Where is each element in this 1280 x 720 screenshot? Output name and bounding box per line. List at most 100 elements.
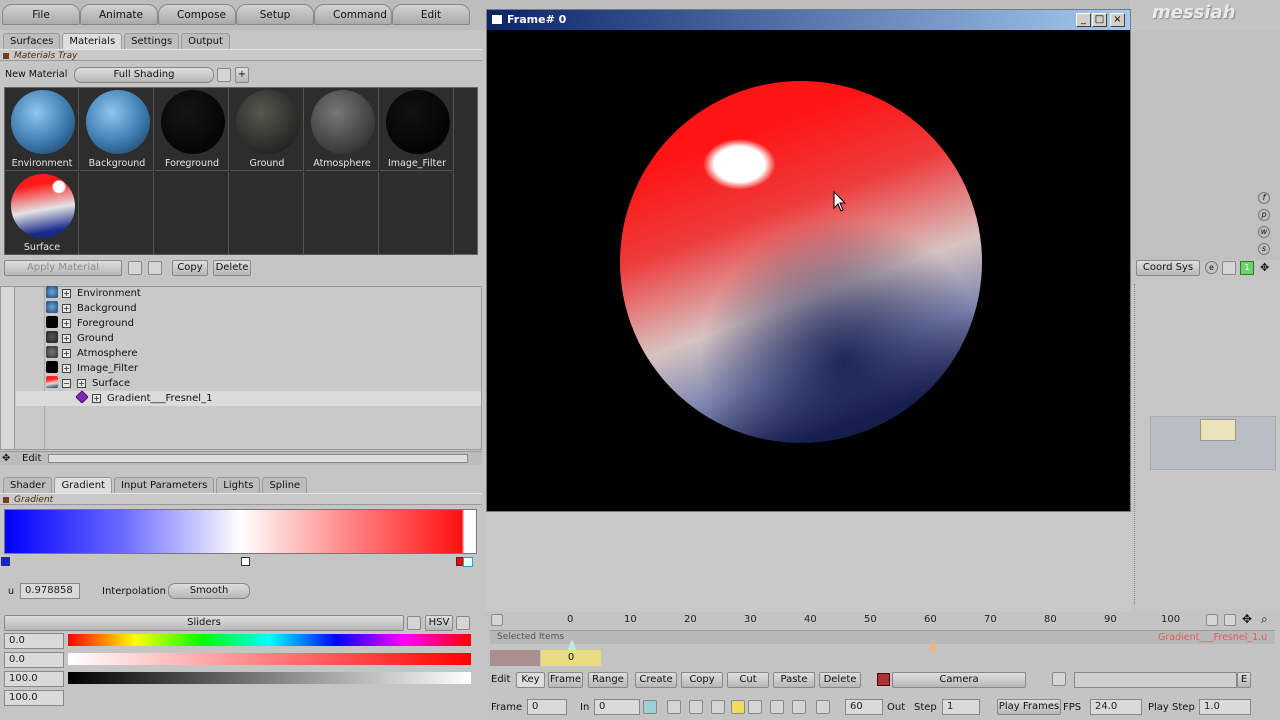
tab-surfaces[interactable]: Surfaces [3, 33, 61, 49]
next-frame-icon[interactable] [770, 700, 784, 714]
paste-key-button[interactable]: Paste [773, 672, 815, 688]
play-frames-button[interactable]: Play Frames [997, 699, 1061, 715]
expand-icon[interactable]: + [62, 304, 71, 313]
render-window-title[interactable]: Frame# 0 [487, 10, 1130, 30]
range-mode-button[interactable]: Range [588, 672, 628, 688]
gradient-key-white[interactable] [241, 557, 250, 566]
camera-icon[interactable] [877, 673, 890, 686]
maximize-button[interactable]: □ [1092, 13, 1107, 27]
value-slider[interactable] [68, 672, 471, 684]
swatch-atmosphere[interactable]: Atmosphere [305, 88, 379, 171]
menu-setup[interactable]: Setup [236, 4, 314, 25]
tree-item-image-filter[interactable]: + Image_Filter [46, 361, 138, 376]
move-icon[interactable]: ✥ [1260, 261, 1269, 274]
menu-animate[interactable]: Animate [80, 4, 158, 25]
gradient-key-blue[interactable] [1, 557, 10, 566]
tab-spline[interactable]: Spline [262, 477, 308, 493]
expand-icon[interactable]: + [62, 334, 71, 343]
expand-icon[interactable]: + [62, 364, 71, 373]
saturation-slider[interactable] [68, 653, 471, 665]
menu-edit[interactable]: Edit [392, 4, 470, 25]
play-reverse-icon[interactable] [711, 700, 725, 714]
pause-icon[interactable] [731, 700, 745, 714]
render-window[interactable]: Frame# 0 _ □ × [486, 9, 1131, 512]
swatch-image-filter[interactable]: Image_Filter [380, 88, 454, 171]
timeline-options-icon[interactable] [491, 614, 503, 626]
channel-track[interactable]: Selected Items Gradient___Fresnel_1.u [490, 630, 1275, 644]
coord-toggle-icon[interactable] [1222, 261, 1236, 275]
grid-icon[interactable] [407, 616, 421, 630]
coord-e-button[interactable]: e [1205, 261, 1218, 274]
tab-input-parameters[interactable]: Input Parameters [113, 477, 215, 493]
tab-lights[interactable]: Lights [216, 477, 261, 493]
side-button-f[interactable]: f [1258, 192, 1270, 204]
value-value-field[interactable]: 100.0 [4, 671, 64, 687]
side-button-w[interactable]: w [1258, 226, 1270, 238]
swatch-environment[interactable]: Environment [5, 88, 79, 171]
timeline-ruler[interactable]: 0 10 20 30 40 50 60 70 80 90 100 [506, 614, 1206, 628]
tree-horizontal-scrollbar[interactable] [48, 454, 468, 463]
current-frame-indicator[interactable]: 0 [541, 650, 601, 666]
out-field[interactable]: 60 [845, 699, 883, 715]
hue-value-field[interactable]: 0.0 [4, 633, 64, 649]
go-end-icon[interactable] [816, 700, 830, 714]
swatch-small-icon[interactable] [148, 261, 162, 275]
play-icon[interactable] [748, 700, 762, 714]
menu-compose[interactable]: Compose [158, 4, 236, 25]
camera-dropdown[interactable]: Camera [892, 672, 1026, 688]
expand-icon[interactable]: + [77, 379, 86, 388]
empty-slot[interactable] [305, 172, 379, 255]
menu-command[interactable]: Command [314, 4, 392, 25]
interpolation-dropdown[interactable]: Smooth [168, 583, 250, 599]
list-icon[interactable] [1052, 672, 1066, 686]
go-start-icon[interactable] [643, 700, 657, 714]
tree-item-environment[interactable]: + Environment [46, 286, 141, 301]
saturation-value-field[interactable]: 0.0 [4, 652, 64, 668]
empty-slot[interactable] [230, 172, 304, 255]
expression-e-button[interactable]: E [1237, 672, 1251, 688]
sliders-bar[interactable]: Sliders [4, 615, 404, 631]
swatch-surface[interactable]: Surface [5, 172, 79, 255]
gradient-bar[interactable] [4, 509, 477, 554]
tab-gradient[interactable]: Gradient [54, 477, 112, 493]
tree-item-background[interactable]: + Background [46, 301, 137, 316]
coord-sys-button[interactable]: Coord Sys [1136, 260, 1200, 276]
tab-output[interactable]: Output [181, 33, 230, 49]
gradient-key-selected[interactable] [463, 557, 473, 567]
step-field[interactable]: 1 [942, 699, 980, 715]
expand-icon[interactable]: + [62, 289, 71, 298]
key-mode-button[interactable]: Key [516, 672, 545, 688]
tab-materials[interactable]: Materials [62, 33, 123, 49]
coord-num-badge[interactable]: 1 [1240, 261, 1254, 275]
tree-item-gradient-fresnel[interactable]: + Gradient___Fresnel_1 [75, 390, 212, 406]
out-marker-icon[interactable] [929, 639, 937, 651]
tree-item-ground[interactable]: + Ground [46, 331, 114, 346]
cut-key-button[interactable]: Cut [727, 672, 769, 688]
close-button[interactable]: × [1110, 13, 1125, 27]
tab-settings[interactable]: Settings [124, 33, 180, 49]
tab-shader[interactable]: Shader [3, 477, 53, 493]
side-button-p[interactable]: p [1258, 209, 1270, 221]
prev-frame-icon[interactable] [689, 700, 703, 714]
swatch-ground[interactable]: Ground [230, 88, 304, 171]
schematic-node[interactable] [1200, 419, 1236, 441]
prev-key-icon[interactable] [667, 700, 681, 714]
expand-icon[interactable]: + [92, 394, 101, 403]
side-button-s[interactable]: s [1258, 243, 1270, 255]
alpha-value-field[interactable]: 100.0 [4, 690, 64, 706]
frame-mode-button[interactable]: Frame [548, 672, 583, 688]
swatch-foreground[interactable]: Foreground [155, 88, 229, 171]
in-field[interactable]: 0 [594, 699, 640, 715]
zoom-fit-icon[interactable] [1206, 614, 1218, 626]
expression-field[interactable] [1074, 672, 1237, 688]
copy-material-button[interactable]: Copy [172, 260, 208, 276]
tree-item-foreground[interactable]: + Foreground [46, 316, 134, 331]
empty-slot[interactable] [380, 172, 454, 255]
minimize-button[interactable]: _ [1076, 13, 1091, 27]
swatch-background[interactable]: Background [80, 88, 154, 171]
expand-icon[interactable]: + [62, 319, 71, 328]
copy-key-button[interactable]: Copy [681, 672, 723, 688]
delete-material-button[interactable]: Delete [213, 260, 251, 276]
grid-view-icon[interactable] [217, 68, 231, 82]
u-value-field[interactable]: 0.978858 [20, 583, 80, 599]
